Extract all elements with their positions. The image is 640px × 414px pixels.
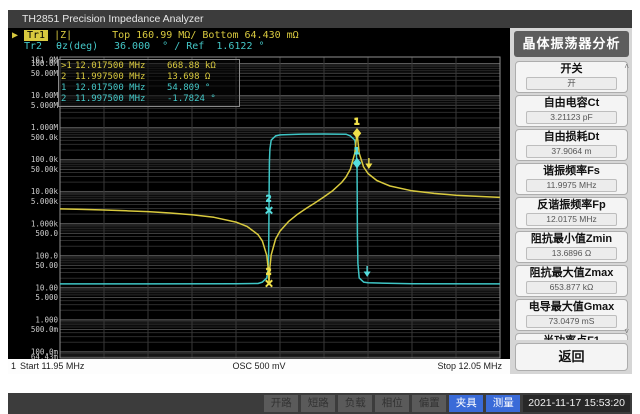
y-axis-label: 10.00 bbox=[35, 283, 58, 292]
y-axis-label: 1.000 bbox=[35, 315, 58, 324]
measurement-screen: 161.0M100.0M50.00M10.00M5.000M1.000M500.… bbox=[8, 28, 510, 374]
marker-number-label: 2 bbox=[266, 194, 271, 204]
marker-frequency: 11.997500 MHz bbox=[75, 72, 167, 83]
trace-marker-diamond[interactable] bbox=[353, 129, 360, 138]
softkey-button[interactable]: 反谐振频率Fp12.0175 MHz bbox=[515, 197, 628, 229]
trace2-scale: 36.000 ° / Ref 1.6122 ° bbox=[114, 41, 265, 52]
softkey-label: 反谐振频率Fp bbox=[518, 199, 625, 212]
marker-readout-row: 211.997500 MHz13.698 Ω bbox=[61, 72, 239, 83]
scroll-down-icon[interactable]: ˅ bbox=[624, 328, 629, 336]
softkey-label: 半功率点F1 bbox=[518, 335, 625, 340]
y-axis-label: 10.00M bbox=[31, 91, 59, 100]
scroll-up-icon[interactable]: ˄ bbox=[624, 63, 629, 71]
trace2-parameter: θz(deg) bbox=[56, 41, 114, 52]
y-axis-label: 50.00M bbox=[31, 69, 59, 78]
trace1-parameter: |Z| bbox=[54, 30, 112, 41]
marker-number: 2 bbox=[61, 94, 75, 105]
softkey-button[interactable]: 阻抗最小值Zmin13.6896 Ω bbox=[515, 231, 628, 263]
active-trace-arrow-icon: ▶ bbox=[10, 30, 24, 41]
softkey-label: 电导最大值Gmax bbox=[518, 301, 625, 314]
marker-number-label: 1 bbox=[354, 147, 359, 157]
softkey-panel: 晶体振荡器分析 开关开自由电容Ct3.21123 pF自由损耗Dt37.9064… bbox=[510, 28, 632, 374]
softkey-value: 73.0479 mS bbox=[526, 315, 617, 328]
y-axis-label: 500.0 bbox=[35, 229, 58, 238]
marker-number: >1 bbox=[61, 61, 75, 72]
softkey-label: 自由损耗Dt bbox=[518, 131, 625, 144]
analyzer-window: TH2851 Precision Impedance Analyzer 161.… bbox=[8, 10, 632, 396]
marker-number-label: 2 bbox=[266, 267, 271, 277]
softkey-value: 开 bbox=[526, 77, 617, 90]
trace1-info-row[interactable]: ▶Tr1 |Z|Top 160.99 MΩ/ Bottom 64.430 mΩ bbox=[10, 30, 508, 41]
marker-number-label: 1 bbox=[354, 117, 359, 127]
y-axis-label: 50.00 bbox=[35, 261, 58, 270]
softkey-label: 谐振频率Fs bbox=[518, 165, 625, 178]
marker-value: 668.88 kΩ bbox=[167, 61, 239, 72]
y-axis-label: 5.000M bbox=[31, 101, 59, 110]
back-button[interactable]: 返回 bbox=[515, 343, 628, 371]
marker-value: 13.698 Ω bbox=[167, 72, 239, 83]
frequency-strip: 1 Start 11.95 MHz OSC 500 mV Stop 12.05 … bbox=[8, 359, 510, 374]
y-axis-label: 100.0k bbox=[31, 155, 59, 164]
y-axis-label: 100.0 bbox=[35, 251, 58, 260]
softkey-panel-title: 晶体振荡器分析 bbox=[514, 31, 629, 57]
softkey-label: 阻抗最小值Zmin bbox=[518, 233, 625, 246]
y-axis-label: 500.0k bbox=[31, 133, 59, 142]
softkey-button[interactable]: 半功率点F1 bbox=[515, 333, 628, 340]
y-axis-label: 50.00k bbox=[31, 165, 59, 174]
marker-readout-row: 211.997500 MHz-1.7824 ° bbox=[61, 94, 239, 105]
trace-info: ▶Tr1 |Z|Top 160.99 MΩ/ Bottom 64.430 mΩ T… bbox=[10, 30, 508, 52]
y-axis-label: 500.0m bbox=[31, 325, 59, 334]
softkey-value: 12.0175 MHz bbox=[526, 213, 617, 226]
window-title: TH2851 Precision Impedance Analyzer bbox=[8, 10, 632, 28]
trace2-info-row[interactable]: Tr2 θz(deg)36.000 ° / Ref 1.6122 ° bbox=[10, 41, 508, 52]
marker-readout-row: 112.017500 MHz54.809 ° bbox=[61, 83, 239, 94]
softkey-label: 自由电容Ct bbox=[518, 97, 625, 110]
marker-number: 1 bbox=[61, 83, 75, 94]
marker-value: 54.809 ° bbox=[167, 83, 239, 94]
softkey-button[interactable]: 阻抗最大值Zmax653.877 kΩ bbox=[515, 265, 628, 297]
stop-frequency-label[interactable]: Stop 12.05 MHz bbox=[437, 359, 502, 374]
osc-level-label[interactable]: OSC 500 mV bbox=[8, 359, 510, 374]
marker-value: -1.7824 ° bbox=[167, 94, 239, 105]
softkey-list: 开关开自由电容Ct3.21123 pF自由损耗Dt37.9064 m谐振频率Fs… bbox=[514, 59, 629, 340]
softkey-button[interactable]: 自由损耗Dt37.9064 m bbox=[515, 129, 628, 161]
y-axis-label: 100.0M bbox=[31, 59, 59, 68]
marker-frequency: 11.997500 MHz bbox=[75, 94, 167, 105]
softkey-label: 开关 bbox=[518, 63, 625, 76]
softkey-value: 653.877 kΩ bbox=[526, 281, 617, 294]
y-axis-label: 1.000k bbox=[31, 219, 59, 228]
y-axis-label: 1.000M bbox=[31, 123, 59, 132]
softkey-button[interactable]: 自由电容Ct3.21123 pF bbox=[515, 95, 628, 127]
marker-number: 2 bbox=[61, 72, 75, 83]
softkey-button[interactable]: 电导最大值Gmax73.0479 mS bbox=[515, 299, 628, 331]
marker-readout-row: >112.017500 MHz668.88 kΩ bbox=[61, 61, 239, 72]
y-axis-label: 10.00k bbox=[31, 187, 59, 196]
main-area: 161.0M100.0M50.00M10.00M5.000M1.000M500.… bbox=[8, 28, 632, 374]
softkey-value: 3.21123 pF bbox=[526, 111, 617, 124]
softkey-value: 11.9975 MHz bbox=[526, 179, 617, 192]
trace2-badge: Tr2 bbox=[24, 41, 50, 52]
softkey-label: 阻抗最大值Zmax bbox=[518, 267, 625, 280]
softkey-value: 37.9064 m bbox=[526, 145, 617, 158]
softkey-value: 13.6896 Ω bbox=[526, 247, 617, 260]
y-axis-label: 5.000k bbox=[31, 197, 59, 206]
softkey-button[interactable]: 谐振频率Fs11.9975 MHz bbox=[515, 163, 628, 195]
trace1-scale: Top 160.99 MΩ/ Bottom 64.430 mΩ bbox=[112, 30, 299, 41]
marker-frequency: 12.017500 MHz bbox=[75, 61, 167, 72]
softkey-button[interactable]: 开关开 bbox=[515, 61, 628, 93]
trace1-badge: Tr1 bbox=[24, 30, 48, 41]
marker-readout-table: >112.017500 MHz668.88 kΩ211.997500 MHz13… bbox=[58, 59, 240, 107]
marker-frequency: 12.017500 MHz bbox=[75, 83, 167, 94]
y-axis-label: 5.000 bbox=[35, 293, 58, 302]
